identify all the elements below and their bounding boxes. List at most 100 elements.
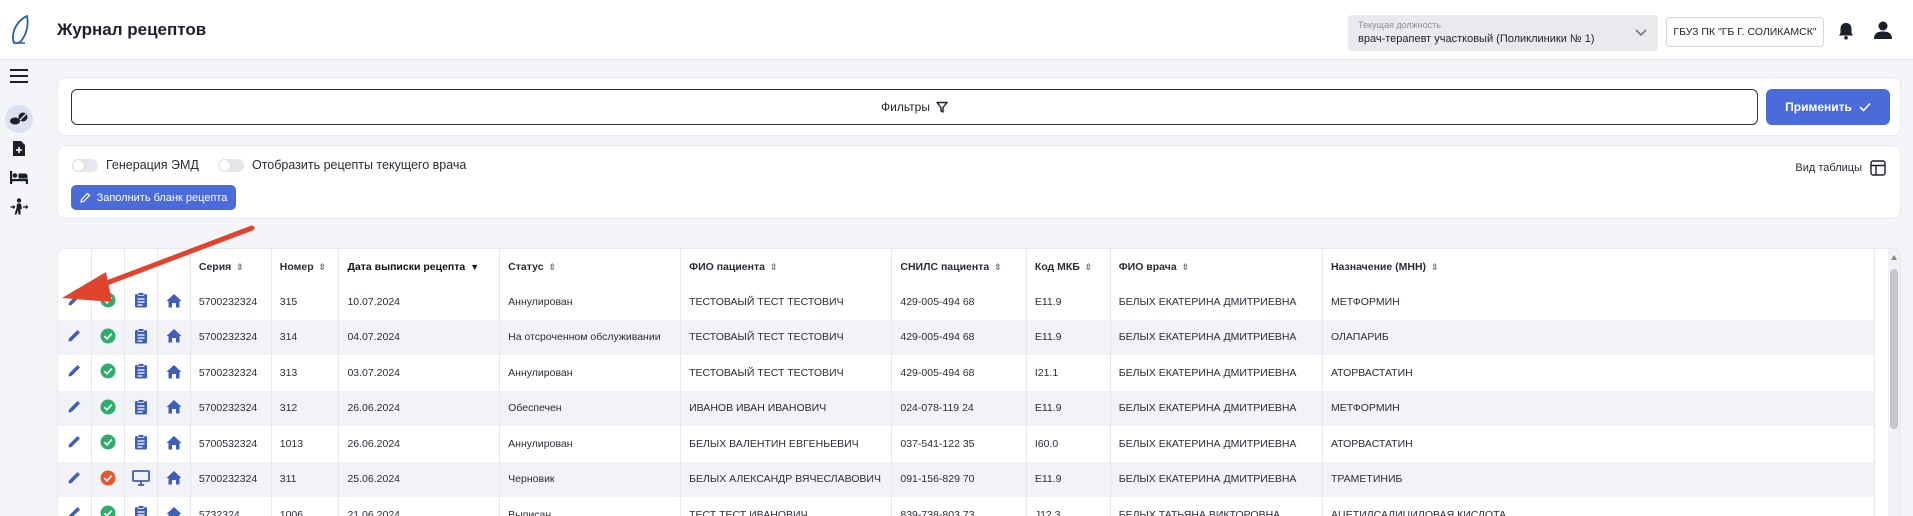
cell-patient: ТЕСТОВАЫЙ ТЕСТ ТЕСТОВИЧ xyxy=(680,319,893,355)
table-body: 5700232324 315 10.07.2024 Аннулирован ТЕСТОВ… xyxy=(58,284,1876,516)
cell-number: 315 xyxy=(271,284,340,320)
column-header-mkb[interactable]: Код МКБ ⇳ xyxy=(1026,249,1111,284)
sidebar-item-prescriptions[interactable] xyxy=(5,105,33,133)
cell-series: 5700532324 xyxy=(190,426,272,462)
organization-button[interactable]: ГБУЗ ПК "ГБ Г. СОЛИКАМСК" xyxy=(1666,17,1824,47)
cell-date: 21.06.2024 xyxy=(338,497,501,516)
sort-icon[interactable]: ⇳ xyxy=(1085,262,1093,273)
cell-status: Обеспечен xyxy=(499,390,682,426)
fill-prescription-button[interactable]: Заполнить бланк рецепта xyxy=(71,185,236,210)
home-icon[interactable] xyxy=(157,319,191,355)
cell-status: Черновик xyxy=(499,461,682,497)
cell-mkb: I21.1 xyxy=(1026,355,1111,391)
chevron-down-icon xyxy=(1635,29,1647,37)
options-panel: Генерация ЭМД Отобразить рецепты текущег… xyxy=(57,145,1901,219)
cell-drug: АТОРВАСТАТИН xyxy=(1322,426,1876,462)
menu-icon[interactable] xyxy=(10,68,28,84)
clipboard-icon[interactable] xyxy=(124,497,158,516)
cell-drug: АТОРВАСТАТИН xyxy=(1322,355,1876,391)
home-icon[interactable] xyxy=(157,355,191,391)
pencil-icon[interactable] xyxy=(58,497,92,516)
vertical-scrollbar[interactable] xyxy=(1888,249,1900,516)
column-header-series[interactable]: Серия ⇳ xyxy=(190,249,272,284)
sort-icon[interactable]: ⇳ xyxy=(1182,262,1190,273)
scroll-thumb[interactable] xyxy=(1890,269,1898,429)
table-row[interactable]: 5700232324 315 10.07.2024 Аннулирован ТЕСТОВ… xyxy=(58,284,1876,320)
sort-icon[interactable]: ⇳ xyxy=(770,262,778,273)
cell-series: 5700232324 xyxy=(190,461,272,497)
cell-drug: АЦЕТИЛСАЛИЦИЛОВАЯ КИСЛОТА xyxy=(1322,497,1876,516)
cell-patient: ТЕСТОВАЫЙ ТЕСТ ТЕСТОВИЧ xyxy=(680,355,893,391)
column-header-number[interactable]: Номер ⇳ xyxy=(271,249,340,284)
sidebar-item-transfers[interactable] xyxy=(5,192,33,220)
pencil-icon[interactable] xyxy=(58,355,92,391)
table-row[interactable]: 5700232324 313 03.07.2024 Аннулирован ТЕСТОВ… xyxy=(58,355,1876,391)
clipboard-icon[interactable] xyxy=(124,426,158,462)
sort-icon[interactable]: ⇳ xyxy=(549,262,557,273)
toggle-switch[interactable] xyxy=(218,158,244,172)
cell-doctor: БЕЛЫХ ЕКАТЕРИНА ДМИТРИЕВНА xyxy=(1110,461,1323,497)
pencil-icon[interactable] xyxy=(58,284,92,320)
apply-button[interactable]: Применить xyxy=(1766,89,1890,125)
fill-prescription-label: Заполнить бланк рецепта xyxy=(96,191,228,204)
position-select[interactable]: Текущая должность врач-терапевт участков… xyxy=(1348,15,1658,51)
status-check-icon xyxy=(91,426,126,462)
bed-icon xyxy=(10,171,28,184)
column-header-patient[interactable]: ФИО пациента ⇳ xyxy=(680,249,893,284)
table-header-row: Серия ⇳ Номер ⇳ Дата выписки рецепта ▼ Стат… xyxy=(58,249,1876,284)
column-header-date[interactable]: Дата выписки рецепта ▼ xyxy=(338,249,501,284)
scroll-up-arrow[interactable] xyxy=(1891,255,1897,260)
clipboard-icon[interactable] xyxy=(124,355,158,391)
pencil-icon[interactable] xyxy=(58,319,92,355)
pencil-icon[interactable] xyxy=(58,426,92,462)
home-icon[interactable] xyxy=(157,461,191,497)
table-row[interactable]: 5700532324 1013 26.06.2024 Аннулирован БЕЛЫХ… xyxy=(58,426,1876,462)
filters-panel: Фильтры Применить xyxy=(57,77,1901,136)
sort-icon[interactable]: ⇳ xyxy=(1431,262,1439,273)
column-drug-label: Назначение (МНН) xyxy=(1330,260,1427,273)
sort-icon[interactable]: ⇳ xyxy=(236,262,244,273)
monitor-icon[interactable] xyxy=(124,461,158,497)
home-icon[interactable] xyxy=(157,497,191,516)
filters-button[interactable]: Фильтры xyxy=(71,89,1758,125)
cell-mkb: E11.9 xyxy=(1026,390,1111,426)
toggle-emd[interactable]: Генерация ЭМД xyxy=(72,158,199,172)
sort-desc-icon[interactable]: ▼ xyxy=(470,262,479,272)
column-header-drug[interactable]: Назначение (МНН) ⇳ xyxy=(1322,249,1876,284)
cell-date: 03.07.2024 xyxy=(338,355,501,391)
clipboard-icon[interactable] xyxy=(124,319,158,355)
pencil-icon[interactable] xyxy=(58,461,92,497)
cell-snils: 429-005-494 68 xyxy=(891,319,1027,355)
sidebar-item-documents[interactable] xyxy=(5,134,33,162)
table-row[interactable]: 5700232324 314 04.07.2024 На отсроченном об… xyxy=(58,319,1876,355)
cell-drug: ТРАМЕТИНИБ xyxy=(1322,461,1876,497)
view-table-button[interactable]: Вид таблицы xyxy=(1795,160,1886,176)
home-icon[interactable] xyxy=(157,426,191,462)
bell-icon[interactable] xyxy=(1836,21,1856,41)
pencil-icon[interactable] xyxy=(58,390,92,426)
cell-doctor: БЕЛЫХ ТАТЬЯНА ВИКТОРОВНА xyxy=(1110,497,1323,516)
user-icon[interactable] xyxy=(1872,19,1894,41)
clipboard-icon[interactable] xyxy=(124,390,158,426)
clipboard-icon[interactable] xyxy=(124,284,158,320)
cell-date: 26.06.2024 xyxy=(338,426,501,462)
logo-icon[interactable] xyxy=(8,14,32,46)
cell-patient: БЕЛЫХ ВАЛЕНТИН ЕВГЕНЬЕВИЧ xyxy=(680,426,893,462)
table-row[interactable]: 5732324 1006 21.06.2024 Выписан ТЕСТ ТЕСТ ИВ… xyxy=(58,497,1876,516)
table-row[interactable]: 5700232324 312 26.06.2024 Обеспечен ИВАНОВ И… xyxy=(58,390,1876,426)
cell-mkb: E11.9 xyxy=(1026,284,1111,320)
table-view-icon xyxy=(1870,160,1886,176)
column-header-snils[interactable]: СНИЛС пациента ⇳ xyxy=(891,249,1027,284)
cell-drug: МЕТФОРМИН xyxy=(1322,284,1876,320)
sort-icon[interactable]: ⇳ xyxy=(319,262,327,273)
toggle-current-doctor[interactable]: Отобразить рецепты текущего врача xyxy=(218,158,466,172)
cell-status: Выписан xyxy=(499,497,682,516)
column-header-status[interactable]: Статус ⇳ xyxy=(499,249,682,284)
sidebar-item-hospital[interactable] xyxy=(5,163,33,191)
column-header-doctor[interactable]: ФИО врача ⇳ xyxy=(1110,249,1323,284)
home-icon[interactable] xyxy=(157,390,191,426)
toggle-switch[interactable] xyxy=(72,158,98,172)
sort-icon[interactable]: ⇳ xyxy=(994,262,1002,273)
home-icon[interactable] xyxy=(157,284,191,320)
table-row[interactable]: 5700232324 311 25.06.2024 Черновик БЕЛЫХ АЛЕ… xyxy=(58,461,1876,497)
